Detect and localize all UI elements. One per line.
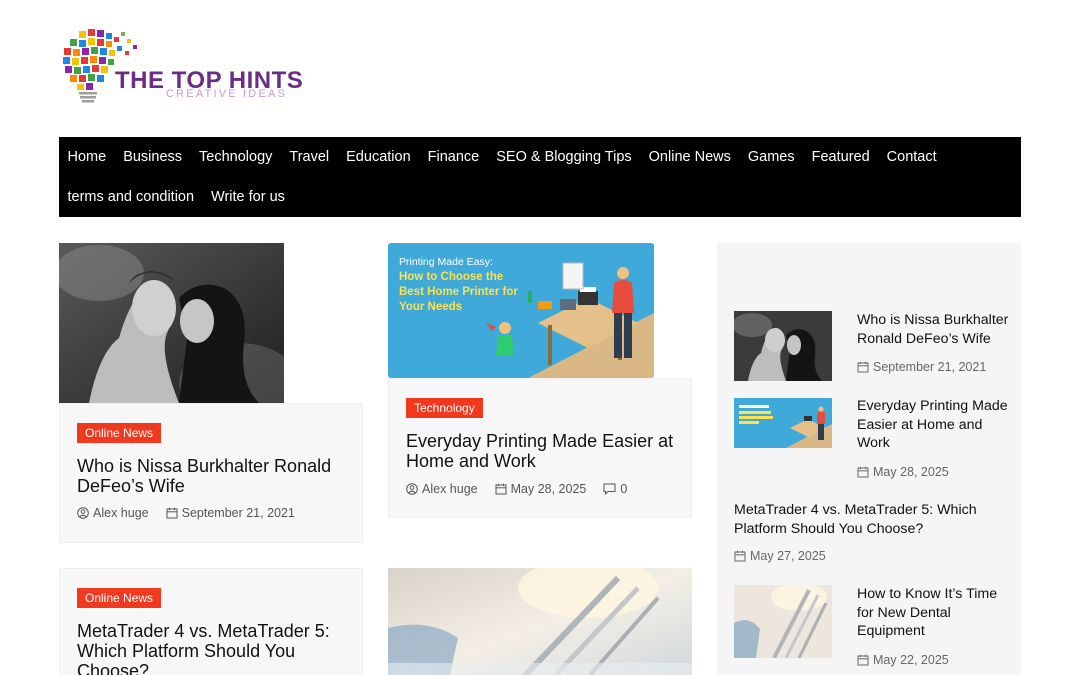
nav-item-online-news[interactable]: Online News	[640, 149, 739, 165]
nav-item-travel[interactable]: Travel	[281, 149, 338, 165]
category-badge[interactable]: Technology	[406, 398, 483, 418]
date-text: May 28, 2025	[510, 482, 587, 496]
nav-item-technology[interactable]: Technology	[191, 149, 281, 165]
sidebar-title[interactable]: How to Know It’s Time for New Dental Equ…	[857, 585, 1012, 641]
sidebar-date: September 21, 2021	[857, 360, 986, 374]
nav-item-write-for-us[interactable]: Write for us	[203, 189, 294, 205]
nav-item-seo-blogging-tips[interactable]: SEO & Blogging Tips	[488, 149, 640, 165]
post-thumbnail-printing[interactable]: Printing Made Easy: How to Choose the Be…	[388, 243, 654, 378]
nav-item-home[interactable]: Home	[59, 149, 115, 165]
post-thumbnail-nissa[interactable]	[59, 243, 284, 403]
couple-photo-thumb	[734, 311, 832, 381]
calendar-icon	[857, 466, 869, 478]
couple-photo-image	[59, 243, 284, 403]
sidebar-date: May 28, 2025	[857, 465, 949, 479]
post-card-metatrader: Online News MetaTrader 4 vs. MetaTrader …	[59, 568, 363, 675]
sidebar-title[interactable]: MetaTrader 4 vs. MetaTrader 5: Which Pla…	[734, 501, 1009, 538]
nav-item-terms[interactable]: terms and condition	[59, 189, 203, 205]
image-text-line4: Your Needs	[399, 301, 462, 313]
logo-subtitle: CREATIVE IDEAS	[166, 88, 288, 100]
dental-equipment-image	[388, 568, 692, 675]
nav-item-featured[interactable]: Featured	[803, 149, 878, 165]
nav-item-business[interactable]: Business	[115, 149, 191, 165]
post-date[interactable]: May 28, 2025	[495, 482, 587, 496]
sidebar-thumb-printing[interactable]	[734, 398, 832, 448]
sidebar-date-text: May 22, 2025	[873, 653, 949, 667]
author-name: Alex huge	[93, 506, 149, 520]
sidebar-title[interactable]: Everyday Printing Made Easier at Home an…	[857, 397, 1012, 453]
main-navigation: Home Business Technology Travel Educatio…	[59, 137, 1021, 217]
post-card-nissa: Online News Who is Nissa Burkhalter Rona…	[59, 403, 363, 543]
sidebar-thumb-dental[interactable]	[734, 585, 832, 658]
image-text-line2: How to Choose the	[399, 271, 503, 283]
image-text-line3: Best Home Printer for	[399, 286, 518, 298]
calendar-icon	[734, 550, 746, 562]
post-title[interactable]: MetaTrader 4 vs. MetaTrader 5: Which Pla…	[77, 621, 347, 675]
nav-row-1: Home Business Technology Travel Educatio…	[59, 137, 1021, 177]
user-icon	[406, 483, 418, 495]
sidebar-date: May 27, 2025	[734, 549, 826, 563]
dental-equipment-thumb	[734, 585, 832, 658]
post-title[interactable]: Who is Nissa Burkhalter Ronald DeFeo’s W…	[77, 456, 347, 496]
sidebar-recent-posts: Who is Nissa Burkhalter Ronald DeFeo’s W…	[717, 243, 1021, 675]
post-comments[interactable]: 0	[603, 482, 627, 496]
post-thumbnail-dental[interactable]	[388, 568, 692, 675]
post-author[interactable]: Alex huge	[77, 506, 149, 520]
category-badge[interactable]: Online News	[77, 588, 162, 608]
nav-item-finance[interactable]: Finance	[419, 149, 488, 165]
nav-item-contact[interactable]: Contact	[878, 149, 945, 165]
post-title[interactable]: Everyday Printing Made Easier at Home an…	[406, 431, 676, 471]
sidebar-date-text: May 27, 2025	[750, 549, 826, 563]
calendar-icon	[495, 483, 507, 495]
comment-icon	[603, 483, 616, 495]
post-meta: Alex huge September 21, 2021	[77, 506, 312, 520]
sidebar-thumb-nissa[interactable]	[734, 311, 832, 381]
site-logo[interactable]: THE TOP HINTS CREATIVE IDEAS	[61, 27, 303, 105]
post-card-printing: Technology Everyday Printing Made Easier…	[388, 378, 692, 518]
calendar-icon	[857, 361, 869, 373]
printer-illustration-thumb	[734, 398, 832, 448]
nav-item-games[interactable]: Games	[739, 149, 803, 165]
date-text: September 21, 2021	[181, 506, 295, 520]
calendar-icon	[857, 654, 869, 666]
sidebar-date: May 22, 2025	[857, 653, 949, 667]
comment-count: 0	[620, 482, 628, 496]
category-badge[interactable]: Online News	[77, 423, 162, 443]
sidebar-date-text: May 28, 2025	[873, 465, 949, 479]
post-author[interactable]: Alex huge	[406, 482, 478, 496]
image-text-line1: Printing Made Easy:	[399, 256, 493, 268]
post-date[interactable]: September 21, 2021	[166, 506, 295, 520]
sidebar-date-text: September 21, 2021	[873, 360, 987, 374]
user-icon	[77, 507, 89, 519]
author-name: Alex huge	[422, 482, 478, 496]
calendar-icon	[166, 507, 178, 519]
nav-row-2: terms and condition Write for us	[59, 177, 1021, 217]
sidebar-title[interactable]: Who is Nissa Burkhalter Ronald DeFeo’s W…	[857, 311, 1012, 348]
post-meta: Alex huge May 28, 2025 0	[406, 482, 644, 496]
nav-item-education[interactable]: Education	[338, 149, 420, 165]
printer-illustration-image: Printing Made Easy: How to Choose the Be…	[388, 243, 654, 378]
